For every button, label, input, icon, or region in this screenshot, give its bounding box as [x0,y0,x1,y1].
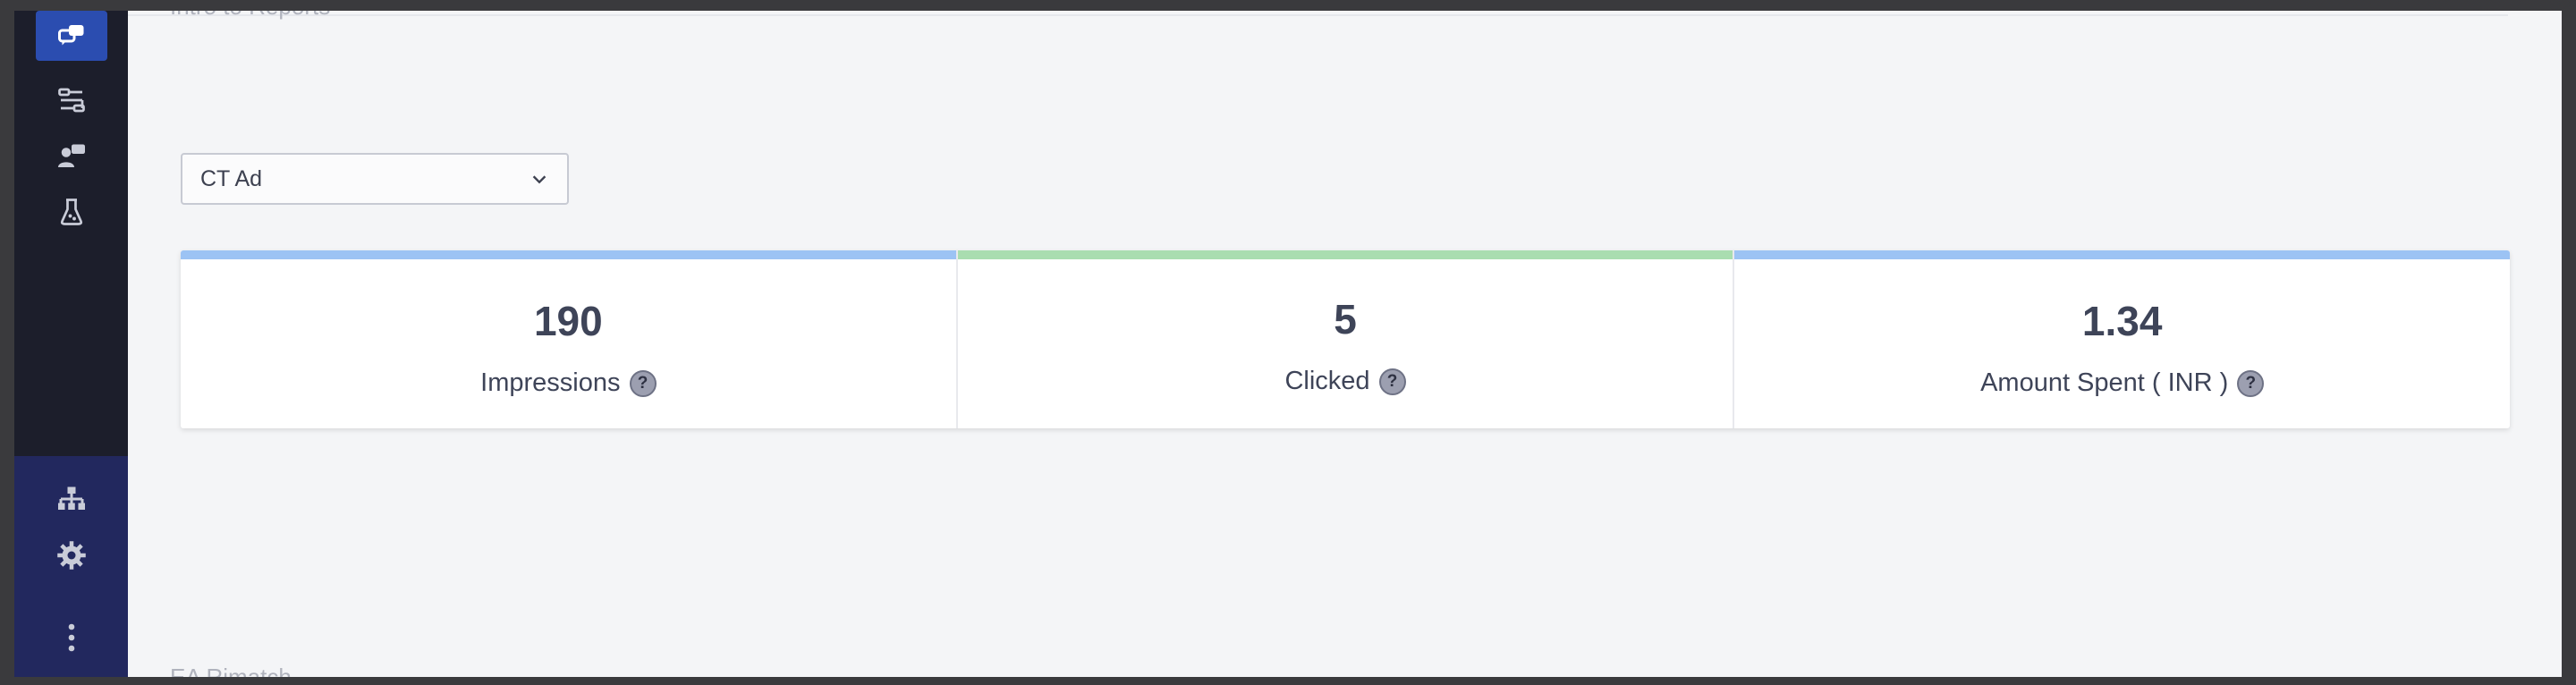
background-bottom-text: EA Rimatch [170,664,292,677]
nav-item-agents[interactable] [36,131,107,182]
nav-item-hierarchy[interactable] [36,474,107,524]
experiment-flask-icon [60,199,83,225]
stat-impressions: 190 Impressions ? [181,250,956,428]
stat-label-row: Amount Spent ( INR ) ? [1734,368,2510,398]
sidebar [14,11,128,677]
nav-item-flows[interactable] [36,75,107,125]
stat-label: Clicked [1284,367,1370,395]
flow-icon [58,88,85,113]
stat-value: 5 [1334,296,1357,342]
nav-item-experiments[interactable] [36,187,107,237]
background-heading: Intro to Reports [170,11,330,21]
dropdown-selected-value: CT Ad [200,165,263,191]
help-icon[interactable]: ? [629,369,657,397]
sidebar-bottom-section [14,456,128,677]
help-icon[interactable]: ? [1378,368,1406,395]
stat-label: Amount Spent ( INR ) [1980,368,2229,397]
stat-label-row: Impressions ? [181,368,956,398]
chat-bubbles-icon [58,25,84,46]
settings-gear-icon [57,541,86,570]
stat-value: 1.34 [2081,298,2163,344]
stat-color-bar [957,250,1733,259]
ad-filter-dropdown[interactable]: CT Ad [181,153,569,205]
stat-color-bar [181,250,956,259]
app-window: Intro to Reports EA Rimatch [14,11,2562,677]
stats-card: 190 Impressions ? 5 Clicked ? 1.34 Amoun… [181,250,2510,428]
stat-value: 190 [533,298,603,344]
stat-label: Impressions [480,368,621,397]
chevron-down-icon [532,175,547,184]
stat-color-bar [1734,250,2510,259]
user-message-icon [58,144,85,167]
stat-label-row: Clicked ? [958,367,1733,396]
more-vertical-icon [68,623,75,652]
header-divider [128,14,2508,16]
nav-item-chats[interactable] [36,11,107,61]
help-icon[interactable]: ? [2237,369,2265,397]
stat-clicked: 5 Clicked ? [955,250,1733,428]
hierarchy-icon [58,486,85,510]
nav-item-more[interactable] [36,613,107,663]
nav-item-settings[interactable] [36,530,107,580]
stat-amount-spent: 1.34 Amount Spent ( INR ) ? [1733,250,2510,428]
